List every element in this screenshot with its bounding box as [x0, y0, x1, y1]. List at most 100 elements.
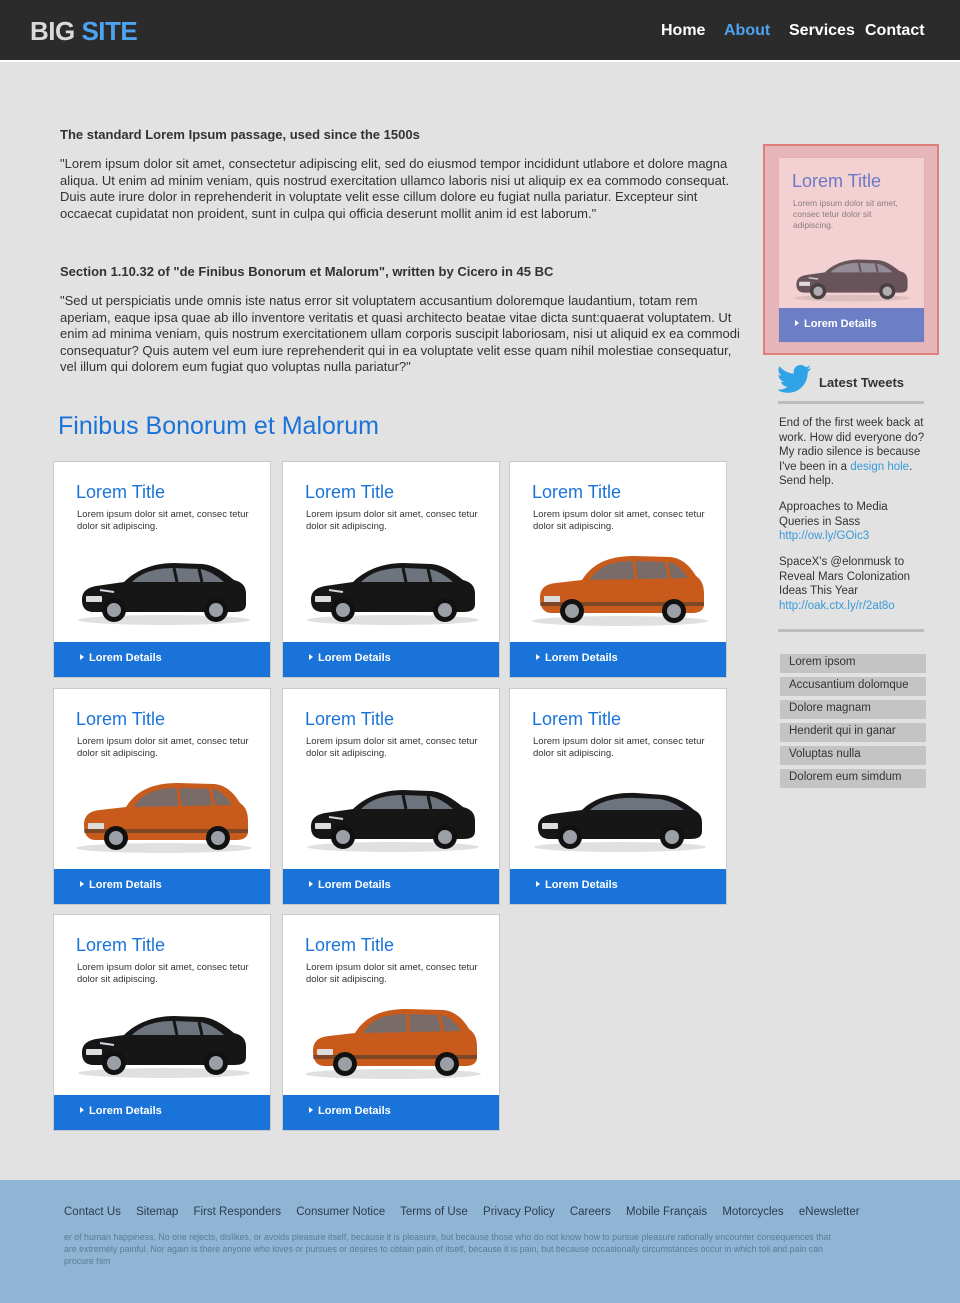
orange-suv-icon: [530, 538, 710, 628]
tweets-heading: Latest Tweets: [819, 375, 905, 390]
intro-paragraph: "Sed ut perspiciatis unde omnis iste nat…: [60, 293, 740, 375]
side-list-item[interactable]: Lorem ipsom: [780, 654, 926, 673]
tweet-link[interactable]: http://oak.ctx.ly/r/2at8o: [779, 600, 895, 612]
arrow-right-icon: [309, 881, 313, 887]
card-description: Lorem ipsum dolor sit amet, consec tetur…: [306, 962, 478, 985]
site-header: BIG SITE Home About Services Contact: [0, 0, 960, 62]
side-list-item[interactable]: Dolore magnam: [780, 700, 926, 719]
intro-heading: The standard Lorem Ipsum passage, used s…: [60, 127, 420, 142]
button-label: Lorem Details: [89, 879, 162, 891]
section-title: Finibus Bonorum et Malorum: [58, 412, 379, 440]
footer-link-privacy[interactable]: Privacy Policy: [483, 1206, 555, 1218]
footer-link-careers[interactable]: Careers: [570, 1206, 611, 1218]
arrow-right-icon: [80, 654, 84, 660]
intro-paragraph: "Lorem ipsum dolor sit amet, consectetur…: [60, 156, 730, 221]
black-sedan-icon: [303, 765, 483, 855]
lorem-details-button[interactable]: Lorem Details: [510, 642, 726, 677]
tweet-item: End of the first week back at work. How …: [779, 416, 929, 489]
lorem-details-button[interactable]: Lorem Details: [54, 869, 270, 904]
black-sedan-icon: [74, 991, 254, 1081]
button-label: Lorem Details: [318, 879, 391, 891]
footer-link-consumer-notice[interactable]: Consumer Notice: [296, 1206, 385, 1218]
car-card: Lorem Title Lorem ipsum dolor sit amet, …: [509, 688, 727, 905]
side-list-item[interactable]: Dolorem eum simdum: [780, 769, 926, 788]
logo-site: SITE: [81, 16, 138, 46]
arrow-right-icon: [80, 1107, 84, 1113]
side-list-item[interactable]: Voluptas nulla: [780, 746, 926, 765]
lorem-details-button[interactable]: Lorem Details: [510, 869, 726, 904]
black-sedan-icon: [74, 538, 254, 628]
featured-card: Lorem Title Lorem ipsum dolor sit amet, …: [778, 157, 925, 343]
featured-description: Lorem ipsum dolor sit amet, consec tetur…: [793, 198, 898, 230]
card-description: Lorem ipsum dolor sit amet, consec tetur…: [77, 736, 249, 759]
arrow-right-icon: [795, 320, 799, 326]
card-title[interactable]: Lorem Title: [305, 482, 394, 503]
tweet-item: Approaches to Media Queries in Sass http…: [779, 500, 929, 544]
car-card: Lorem Title Lorem ipsum dolor sit amet, …: [53, 914, 271, 1131]
site-logo[interactable]: BIG SITE: [30, 16, 138, 47]
side-list-item[interactable]: Accusantium dolomque: [780, 677, 926, 696]
car-card: Lorem Title Lorem ipsum dolor sit amet, …: [53, 461, 271, 678]
nav-services[interactable]: Services: [789, 22, 855, 40]
featured-title[interactable]: Lorem Title: [792, 171, 881, 192]
site-footer: Contact Us Sitemap First Responders Cons…: [0, 1180, 960, 1303]
footer-link-sitemap[interactable]: Sitemap: [136, 1206, 178, 1218]
nav-contact[interactable]: Contact: [865, 22, 925, 40]
car-card: Lorem Title Lorem ipsum dolor sit amet, …: [282, 461, 500, 678]
tweet-link[interactable]: http://ow.ly/GOic3: [779, 530, 869, 542]
button-label: Lorem Details: [545, 879, 618, 891]
card-title[interactable]: Lorem Title: [76, 709, 165, 730]
card-title[interactable]: Lorem Title: [532, 482, 621, 503]
card-description: Lorem ipsum dolor sit amet, consec tetur…: [77, 509, 249, 532]
orange-suv-icon: [303, 991, 483, 1081]
featured-details-button[interactable]: Lorem Details: [779, 308, 924, 342]
lorem-details-button[interactable]: Lorem Details: [283, 1095, 499, 1130]
black-sedan-icon: [791, 242, 913, 304]
card-description: Lorem ipsum dolor sit amet, consec tetur…: [533, 736, 705, 759]
divider: [778, 629, 924, 632]
footer-link-contact-us[interactable]: Contact Us: [64, 1206, 121, 1218]
tweet-text: Approaches to Media Queries in Sass: [779, 501, 888, 528]
card-title[interactable]: Lorem Title: [532, 709, 621, 730]
card-description: Lorem ipsum dolor sit amet, consec tetur…: [306, 509, 478, 532]
car-card: Lorem Title Lorem ipsum dolor sit amet, …: [282, 688, 500, 905]
button-label: Lorem Details: [318, 652, 391, 664]
intro-section-2: Section 1.10.32 of "de Finibus Bonorum e…: [60, 264, 740, 376]
button-label: Lorem Details: [318, 1105, 391, 1117]
lorem-details-button[interactable]: Lorem Details: [283, 642, 499, 677]
tweet-item: SpaceX's @elonmusk to Reveal Mars Coloni…: [779, 555, 929, 613]
card-description: Lorem ipsum dolor sit amet, consec tetur…: [77, 962, 249, 985]
featured-card-highlight: Lorem Title Lorem ipsum dolor sit amet, …: [763, 144, 939, 355]
black-coupe-icon: [530, 765, 710, 855]
card-description: Lorem ipsum dolor sit amet, consec tetur…: [533, 509, 705, 532]
divider: [778, 401, 924, 404]
side-list-item[interactable]: Henderit qui in ganar: [780, 723, 926, 742]
car-card: Lorem Title Lorem ipsum dolor sit amet, …: [53, 688, 271, 905]
arrow-right-icon: [80, 881, 84, 887]
twitter-bird-icon: [778, 365, 811, 393]
card-title[interactable]: Lorem Title: [305, 935, 394, 956]
card-title[interactable]: Lorem Title: [76, 482, 165, 503]
card-description: Lorem ipsum dolor sit amet, consec tetur…: [306, 736, 478, 759]
logo-big: BIG: [30, 16, 75, 46]
car-card: Lorem Title Lorem ipsum dolor sit amet, …: [509, 461, 727, 678]
card-title[interactable]: Lorem Title: [305, 709, 394, 730]
button-label: Lorem Details: [545, 652, 618, 664]
card-title[interactable]: Lorem Title: [76, 935, 165, 956]
footer-link-enewsletter[interactable]: eNewsletter: [799, 1206, 860, 1218]
footer-link-mobile[interactable]: Mobile Français: [626, 1206, 707, 1218]
footer-link-motorcycles[interactable]: Motorcycles: [722, 1206, 783, 1218]
intro-section-1: The standard Lorem Ipsum passage, used s…: [60, 127, 740, 222]
lorem-details-button[interactable]: Lorem Details: [54, 1095, 270, 1130]
footer-link-first-responders[interactable]: First Responders: [193, 1206, 281, 1218]
arrow-right-icon: [536, 881, 540, 887]
button-label: Lorem Details: [89, 652, 162, 664]
footer-link-terms[interactable]: Terms of Use: [400, 1206, 468, 1218]
nav-about[interactable]: About: [724, 22, 770, 40]
nav-home[interactable]: Home: [661, 22, 705, 40]
car-card: Lorem Title Lorem ipsum dolor sit amet, …: [282, 914, 500, 1131]
tweet-text: SpaceX's @elonmusk to Reveal Mars Coloni…: [779, 556, 911, 597]
lorem-details-button[interactable]: Lorem Details: [54, 642, 270, 677]
lorem-details-button[interactable]: Lorem Details: [283, 869, 499, 904]
tweet-link[interactable]: design hole: [850, 461, 909, 473]
